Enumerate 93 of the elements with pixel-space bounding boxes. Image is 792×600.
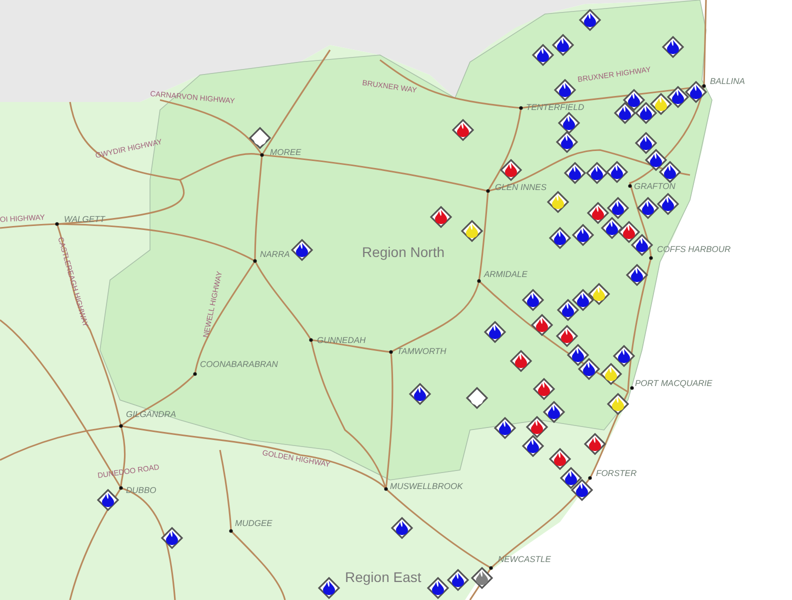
town-label: TAMWORTH [397,346,446,356]
fire-marker-icon[interactable] [614,102,636,124]
fire-marker-icon[interactable] [578,358,600,380]
fire-marker-icon[interactable] [636,196,660,220]
fire-marker-icon[interactable] [522,288,544,312]
town-dot-icon [253,259,257,263]
fire-marker-icon[interactable] [494,416,516,440]
fire-marker-icon[interactable] [572,224,594,246]
fire-marker-icon[interactable] [460,220,484,242]
fire-marker-icon[interactable] [584,432,606,456]
region-label: Region East [345,569,422,585]
town-label: PORT MACQUARIE [635,378,712,388]
town-label: GRAFTON [634,181,676,191]
town-label: WALGETT [64,214,105,224]
town-dot-icon [193,372,197,376]
fire-marker-icon[interactable] [552,34,574,56]
fire-marker-icon[interactable] [318,576,340,600]
fire-marker-icon[interactable] [160,526,184,550]
fire-marker-icon[interactable] [586,202,610,224]
fire-marker-icon[interactable] [556,130,578,154]
fire-marker-icon[interactable] [96,488,120,512]
fire-marker-icon[interactable] [466,386,488,410]
town-dot-icon [486,189,490,193]
town-dot-icon [702,84,706,88]
town-dot-icon [260,153,264,157]
fire-marker-icon[interactable] [532,378,556,400]
fire-marker-icon[interactable] [470,566,494,590]
fire-marker-icon[interactable] [532,44,554,66]
fire-marker-icon[interactable] [650,92,672,116]
fire-marker-icon[interactable] [656,192,680,216]
town-label: TENTERFIELD [526,102,584,112]
fire-marker-icon[interactable] [626,264,648,286]
region-label: Region North [362,244,444,260]
town-label: MOREE [270,147,302,157]
fire-marker-icon[interactable] [548,448,572,470]
town-dot-icon [229,529,233,533]
fire-marker-icon[interactable] [606,392,630,416]
fire-marker-icon[interactable] [564,162,586,184]
fire-marker-icon[interactable] [526,416,548,438]
town-label: COONABARABRAN [200,359,278,369]
town-dot-icon [309,338,313,342]
fire-marker-icon[interactable] [390,516,414,540]
town-dot-icon [519,106,523,110]
town-label: MUDGEE [235,518,272,528]
town-dot-icon [588,476,592,480]
fire-marker-icon[interactable] [510,350,532,372]
fire-marker-icon[interactable] [588,282,610,306]
town-dot-icon [389,350,393,354]
town-label: MUSWELLBROOK [390,481,463,491]
fire-marker-icon[interactable] [600,362,622,386]
town-dot-icon [384,487,388,491]
fire-marker-icon[interactable] [570,478,594,502]
town-label: GUNNEDAH [317,335,366,345]
fire-marker-icon[interactable] [556,324,578,348]
town-dot-icon [628,184,632,188]
fire-marker-icon[interactable] [248,126,272,150]
fire-marker-icon[interactable] [500,158,522,182]
town-dot-icon [649,256,653,260]
fire-marker-icon[interactable] [522,434,544,458]
town-label: ARMIDALE [484,269,528,279]
fire-marker-icon[interactable] [446,568,470,592]
fire-marker-icon[interactable] [612,344,636,368]
fire-marker-icon[interactable] [546,190,570,214]
fire-marker-icon[interactable] [606,196,630,220]
fire-marker-icon[interactable] [542,400,566,424]
fire-marker-icon[interactable] [554,78,576,102]
town-label: BALLINA [710,76,745,86]
fire-marker-icon[interactable] [430,206,452,228]
town-dot-icon [630,386,634,390]
fire-marker-icon[interactable] [548,226,572,250]
fire-marker-icon[interactable] [290,238,314,262]
town-dot-icon [55,222,59,226]
town-label: DUBBO [126,485,156,495]
town-label: NARRA [260,249,290,259]
fire-marker-icon[interactable] [618,220,640,244]
town-dot-icon [489,566,493,570]
fire-marker-icon[interactable] [484,320,506,344]
fire-marker-icon[interactable] [578,8,602,32]
fire-marker-icon[interactable] [558,112,580,134]
fire-marker-icon[interactable] [684,80,708,104]
fire-marker-icon[interactable] [426,576,450,600]
town-dot-icon [119,424,123,428]
fire-marker-icon[interactable] [408,382,432,406]
fire-marker-icon[interactable] [662,36,684,58]
fire-marker-icon[interactable] [606,160,628,184]
fire-marker-icon[interactable] [634,132,658,154]
town-label: FORSTER [596,468,637,478]
town-dot-icon [477,279,481,283]
town-dot-icon [119,486,123,490]
fire-marker-icon[interactable] [658,160,682,184]
fire-marker-icon[interactable] [452,118,474,142]
fire-marker-icon[interactable] [530,314,554,336]
fire-marker-icon[interactable] [586,162,608,184]
